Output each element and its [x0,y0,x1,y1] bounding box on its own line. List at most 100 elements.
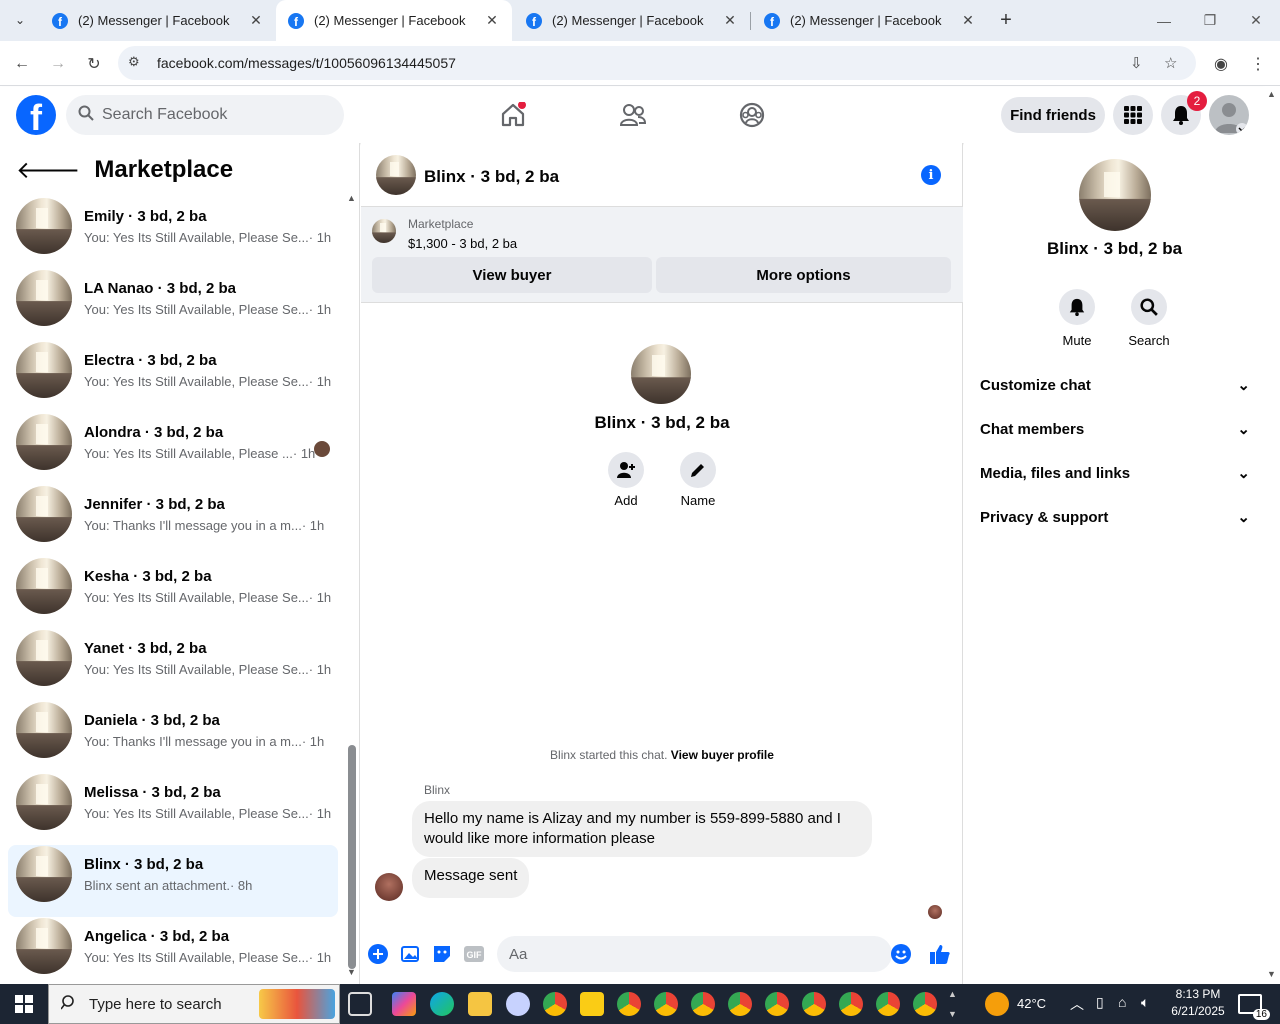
conversation-item[interactable]: Blinx · 3 bd, 2 ba Blinx sent an attachme… [8,845,338,917]
conversation-scrollbar[interactable]: ▲ ▼ [345,193,359,977]
listing-price[interactable]: $1,300 - 3 bd, 2 ba [408,236,517,251]
view-buyer-profile-link[interactable]: View buyer profile [671,748,774,762]
scroll-up-icon[interactable]: ▲ [1267,89,1276,99]
install-app-icon[interactable]: ⇩ [1130,54,1143,72]
chrome-profile-icon[interactable] [654,992,678,1016]
add-button[interactable]: Add [596,452,656,508]
app-icon[interactable] [506,992,530,1016]
bookmark-star-icon[interactable]: ☆ [1164,54,1177,72]
conversation-item[interactable]: Alondra · 3 bd, 2 ba You: Yes Its Still A… [8,413,338,485]
task-view-icon[interactable] [348,992,372,1016]
back-arrow-icon[interactable]: 🡐 [16,155,80,185]
sender-avatar[interactable] [375,873,403,901]
message-bubble[interactable]: Message sent [412,858,530,898]
volume-icon[interactable]: 🔈︎ [1141,994,1149,1011]
scroll-up-icon[interactable]: ▲ [347,193,356,203]
privacy-support-section[interactable]: Privacy & support ⌄ [980,505,1250,529]
reload-button[interactable]: ↻ [81,51,107,77]
facebook-logo-icon[interactable]: f [16,95,56,135]
scrollbar-thumb[interactable] [348,745,356,969]
browser-tab[interactable]: f (2) Messenger | Facebook ✕ [514,0,750,41]
chrome-profile-icon[interactable] [876,992,900,1016]
search-in-chat-button[interactable]: Search [1119,289,1179,348]
message-bubble[interactable]: Hello my name is Alizay and my number is… [412,801,872,857]
home-icon[interactable] [495,97,531,133]
chrome-profile-icon[interactable] [691,992,715,1016]
chrome-profile-icon[interactable] [839,992,863,1016]
network-icon[interactable]: ⌂ [1118,994,1126,1010]
conversation-item[interactable]: Angelica · 3 bd, 2 ba You: Yes Its Still … [8,917,338,989]
sticky-notes-icon[interactable] [580,992,604,1016]
windows-start-button[interactable] [0,984,48,1024]
facebook-search-input[interactable]: Search Facebook [66,95,344,135]
close-tab-icon[interactable]: ✕ [722,12,738,29]
view-buyer-button[interactable]: View buyer [372,257,652,293]
details-avatar[interactable] [1079,159,1151,231]
forward-button[interactable]: → [45,51,71,77]
browser-tab[interactable]: f (2) Messenger | Facebook ✕ [752,0,988,41]
conversation-item[interactable]: Kesha · 3 bd, 2 ba You: Yes Its Still Ava… [8,557,338,629]
close-window-button[interactable]: ✕ [1233,0,1279,41]
groups-icon[interactable] [734,97,770,133]
customize-chat-section[interactable]: Customize chat ⌄ [980,373,1250,397]
like-icon[interactable] [929,943,951,965]
message-input[interactable]: Aa [497,936,892,972]
profile-avatar[interactable] [631,344,691,404]
find-friends-button[interactable]: Find friends [1001,97,1105,133]
taskbar-scroll-icon[interactable]: ▲ ▼ [948,984,957,1024]
chrome-profile-icon[interactable] [913,992,937,1016]
tab-search-button[interactable]: ⌄ [8,8,32,32]
browser-menu-icon[interactable]: ⋮ [1245,51,1271,77]
chat-avatar[interactable] [376,155,416,195]
conversation-item[interactable]: Emily · 3 bd, 2 ba You: Yes Its Still Ava… [8,197,338,269]
listing-thumbnail[interactable] [372,219,396,243]
copilot-icon[interactable] [392,992,416,1016]
chrome-profile-icon[interactable] [728,992,752,1016]
close-tab-icon[interactable]: ✕ [484,12,500,29]
url-text[interactable]: facebook.com/messages/t/1005609613444505… [157,55,456,71]
chrome-profile-icon[interactable] [617,992,641,1016]
battery-icon[interactable]: ▯ [1096,994,1104,1011]
chat-title[interactable]: Blinx · 3 bd, 2 ba [424,167,559,187]
weather-icon[interactable] [985,992,1009,1016]
site-info-icon[interactable]: ⚙ [128,54,140,70]
temperature-text[interactable]: 42°C [1017,996,1046,1011]
media-files-links-section[interactable]: Media, files and links ⌄ [980,461,1250,485]
emoji-icon[interactable] [890,943,912,965]
browser-tab[interactable]: f (2) Messenger | Facebook ✕ [40,0,276,41]
chrome-profile-icon[interactable] [765,992,789,1016]
more-options-button[interactable]: More options [656,257,951,293]
conversation-item[interactable]: LA Nanao · 3 bd, 2 ba You: Yes Its Still … [8,269,338,341]
conversation-item[interactable]: Melissa · 3 bd, 2 ba You: Yes Its Still A… [8,773,338,845]
more-actions-icon[interactable] [367,943,389,965]
clock[interactable]: 8:13 PM 6/21/2025 [1168,987,1228,1018]
info-icon[interactable]: i [921,165,941,185]
url-bar[interactable]: ⚙ facebook.com/messages/t/10056096134445… [118,46,1196,80]
notifications-button[interactable]: 2 [1161,91,1207,135]
account-avatar[interactable] [1209,95,1249,135]
back-button[interactable]: ← [9,51,35,77]
conversation-item[interactable]: Daniela · 3 bd, 2 ba You: Thanks I'll mes… [8,701,338,773]
chrome-profile-icon[interactable] [802,992,826,1016]
sticker-icon[interactable] [431,943,453,965]
edge-icon[interactable] [430,992,454,1016]
minimize-button[interactable]: — [1141,0,1187,41]
browser-tab-active[interactable]: f (2) Messenger | Facebook ✕ [276,0,512,41]
page-scrollbar[interactable]: ▲ ▼ [1265,87,1280,984]
name-button[interactable]: Name [668,452,728,508]
restore-button[interactable]: ❐ [1187,0,1233,41]
scroll-down-icon[interactable]: ▼ [347,967,356,977]
conversation-item[interactable]: Jennifer · 3 bd, 2 ba You: Thanks I'll me… [8,485,338,557]
notification-center-icon[interactable]: 16 [1238,994,1270,1020]
mute-button[interactable]: Mute [1047,289,1107,348]
chrome-icon[interactable] [543,992,567,1016]
new-tab-button[interactable]: + [994,8,1018,32]
chat-members-section[interactable]: Chat members ⌄ [980,417,1250,441]
gif-icon[interactable]: GIF [463,943,485,965]
close-tab-icon[interactable]: ✕ [248,12,264,29]
profile-icon[interactable]: ◉ [1208,51,1234,77]
photo-icon[interactable] [399,943,421,965]
conversation-item[interactable]: Yanet · 3 bd, 2 ba You: Yes Its Still Ava… [8,629,338,701]
friends-icon[interactable] [615,97,651,133]
file-explorer-icon[interactable] [468,992,492,1016]
